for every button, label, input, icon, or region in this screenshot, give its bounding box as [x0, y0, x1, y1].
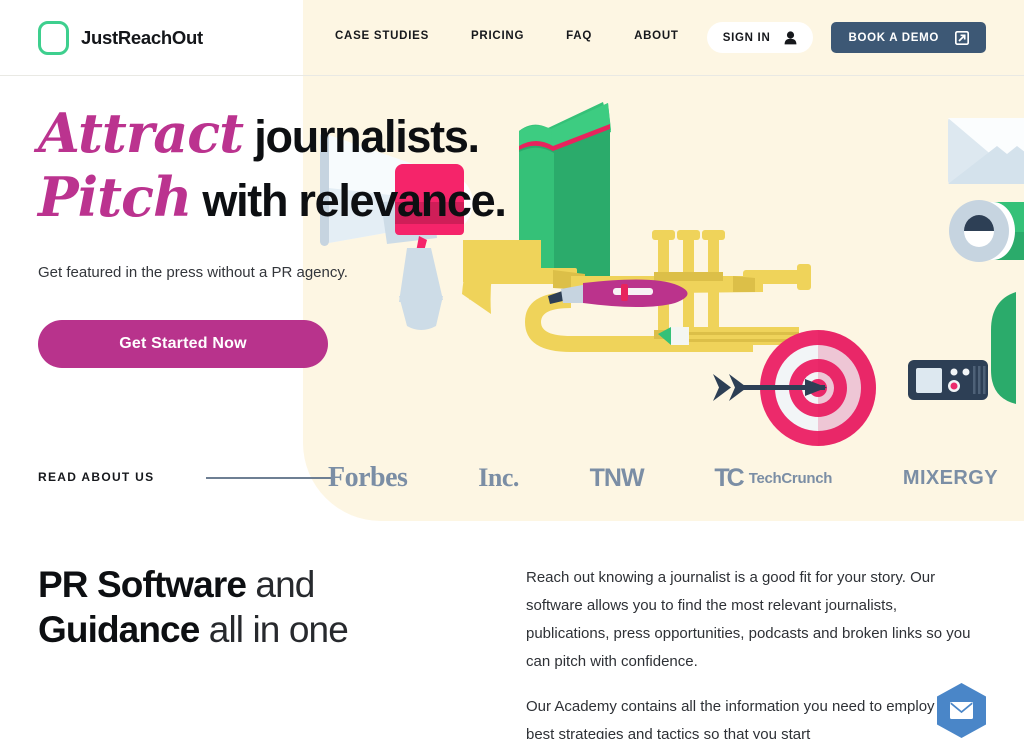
book-demo-label: BOOK A DEMO	[848, 31, 939, 44]
section2-body: Reach out knowing a journalist is a good…	[526, 564, 981, 739]
nav-item-case-studies[interactable]: CASE STUDIES	[335, 30, 429, 42]
chat-widget-button[interactable]	[935, 682, 988, 739]
section2-light-2: all in one	[199, 609, 349, 651]
section2-heading-line-2: Guidance all in one	[38, 607, 349, 652]
section2-heading-line-1: PR Software and	[38, 562, 348, 607]
site-header: JustReachOut CASE STUDIES PRICING FAQ AB…	[0, 0, 1024, 76]
rounded-square-outline-icon	[38, 21, 69, 55]
press-divider	[206, 477, 332, 479]
headline-script-attract: Attract	[38, 101, 244, 165]
press-logo-techcrunch[interactable]: TC TechCrunch	[714, 464, 832, 493]
get-started-button[interactable]: Get Started Now	[38, 320, 328, 368]
hero-headline: Attract journalists. Pitch with relevanc…	[38, 106, 507, 226]
section2-paragraph-2: Our Academy contains all the information…	[526, 698, 960, 739]
headline-bold-journalists: journalists.	[243, 111, 480, 162]
press-logo-forbes[interactable]: Forbes	[328, 462, 408, 494]
landing-page: JustReachOut CASE STUDIES PRICING FAQ AB…	[0, 0, 1024, 739]
envelope-icon	[950, 702, 973, 719]
sign-in-label: SIGN IN	[722, 31, 771, 44]
primary-nav: CASE STUDIES PRICING FAQ ABOUT	[335, 30, 679, 42]
headline-script-pitch: Pitch	[38, 165, 192, 229]
header-divider	[0, 75, 1024, 76]
press-logo-mixergy[interactable]: MIXERGY	[903, 467, 998, 490]
external-link-icon	[955, 30, 969, 45]
brand-logo[interactable]: JustReachOut	[38, 21, 203, 55]
headline-line-2: Pitch with relevance.	[38, 170, 507, 226]
hero-background-panel	[303, 0, 1024, 521]
headline-line-1: Attract journalists.	[38, 106, 506, 160]
section2-bold-2: Guidance	[38, 609, 200, 651]
nav-item-faq[interactable]: FAQ	[566, 30, 592, 42]
headline-bold-relevance: with relevance.	[191, 175, 506, 226]
techcrunch-mark: TC	[714, 463, 744, 492]
press-logos: Forbes Inc. TNW TC TechCrunch MIXERGY	[328, 460, 998, 496]
press-label: READ ABOUT US	[38, 470, 155, 484]
section2-bold-1: PR Software	[38, 564, 247, 605]
brand-name: JustReachOut	[81, 27, 203, 48]
section2-paragraph-1: Reach out knowing a journalist is a good…	[526, 569, 971, 671]
press-strip: READ ABOUT US Forbes Inc. TNW TC TechCru…	[38, 460, 998, 496]
nav-item-about[interactable]: ABOUT	[634, 30, 679, 42]
hero-subtext: Get featured in the press without a PR a…	[38, 264, 348, 281]
person-icon	[785, 30, 797, 44]
section2-light-1: and	[246, 564, 315, 605]
header-actions: SIGN IN BOOK A DEMO	[706, 22, 986, 53]
press-logo-inc[interactable]: Inc.	[478, 463, 519, 493]
sign-in-button[interactable]: SIGN IN	[706, 22, 814, 53]
section2-heading: PR Software and Guidance all in one	[38, 562, 349, 652]
book-demo-button[interactable]: BOOK A DEMO	[831, 22, 986, 53]
nav-item-pricing[interactable]: PRICING	[471, 30, 524, 42]
press-logo-tnw[interactable]: TNW	[590, 464, 645, 493]
techcrunch-wordmark: TechCrunch	[748, 469, 833, 487]
